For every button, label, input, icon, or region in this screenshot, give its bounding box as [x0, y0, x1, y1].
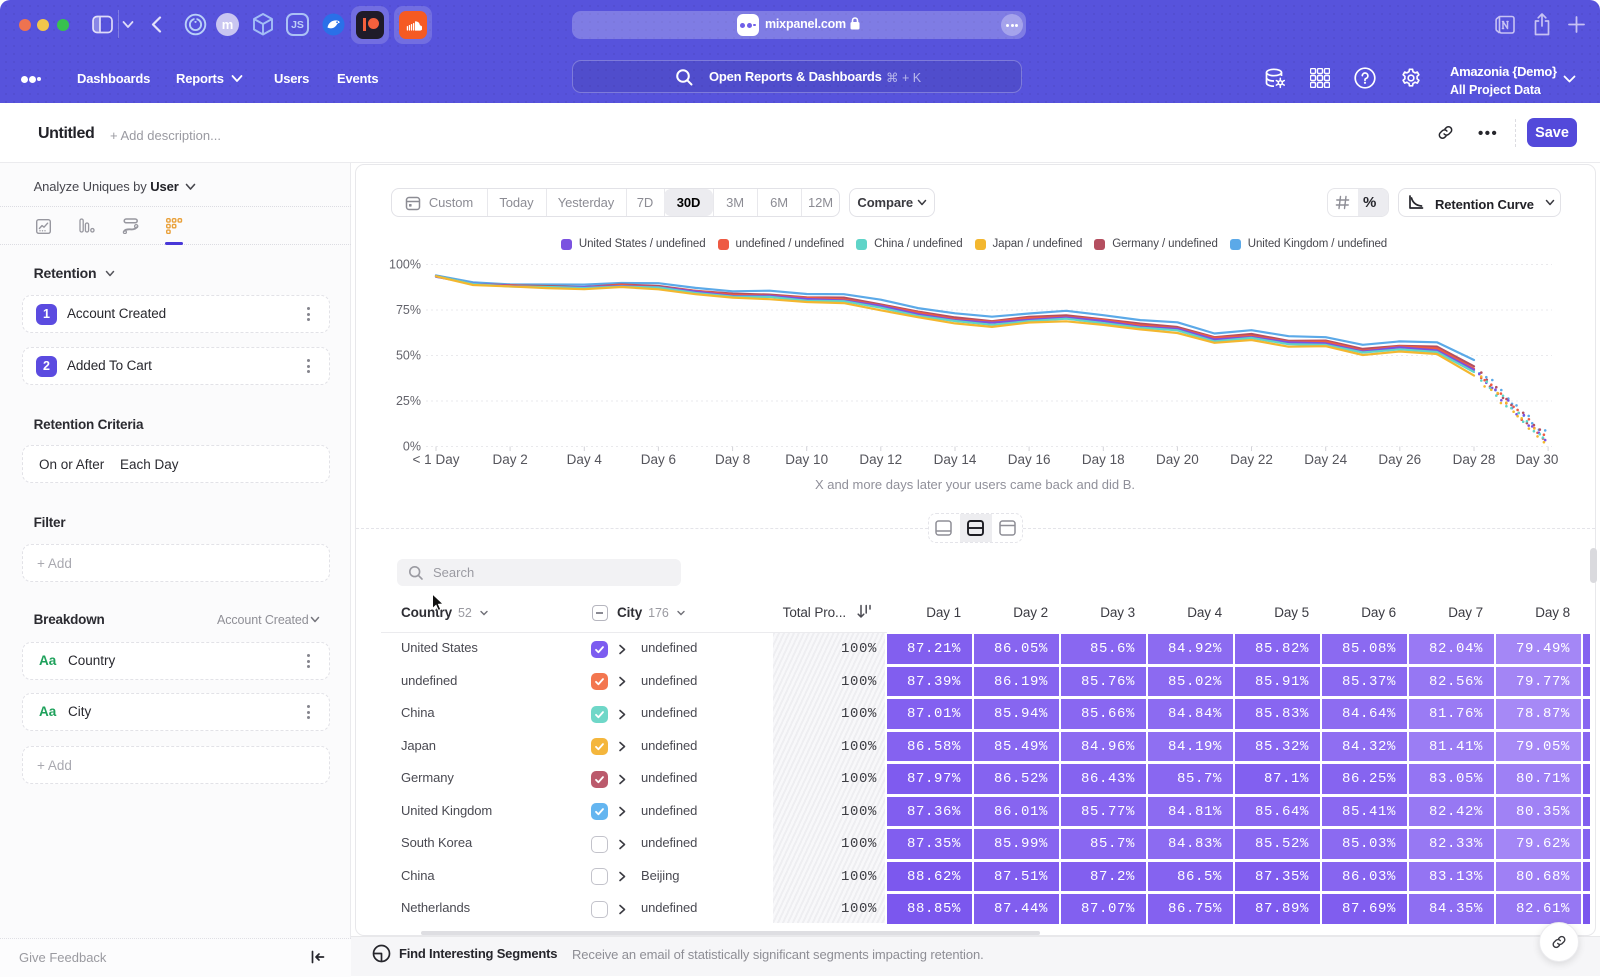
svg-text:75%: 75%: [396, 303, 421, 317]
svg-text:Day 24: Day 24: [1304, 452, 1347, 467]
svg-text:Day 16: Day 16: [1008, 452, 1051, 467]
svg-text:Day 12: Day 12: [859, 452, 902, 467]
svg-text:Day 20: Day 20: [1156, 452, 1199, 467]
svg-text:Day 6: Day 6: [641, 452, 676, 467]
svg-text:Day 30: Day 30: [1516, 452, 1559, 467]
svg-text:< 1 Day: < 1 Day: [413, 452, 460, 467]
svg-text:Day 26: Day 26: [1378, 452, 1421, 467]
svg-text:X and more days later your use: X and more days later your users came ba…: [815, 477, 1135, 492]
svg-text:Day 22: Day 22: [1230, 452, 1273, 467]
svg-text:Day 18: Day 18: [1082, 452, 1125, 467]
svg-text:Day 28: Day 28: [1453, 452, 1496, 467]
svg-text:Day 8: Day 8: [715, 452, 750, 467]
svg-text:100%: 100%: [389, 258, 421, 272]
svg-text:Day 2: Day 2: [492, 452, 527, 467]
svg-text:Day 14: Day 14: [934, 452, 977, 467]
svg-text:Day 4: Day 4: [567, 452, 603, 467]
svg-text:50%: 50%: [396, 349, 421, 363]
svg-text:25%: 25%: [396, 394, 421, 408]
svg-text:Day 10: Day 10: [785, 452, 828, 467]
